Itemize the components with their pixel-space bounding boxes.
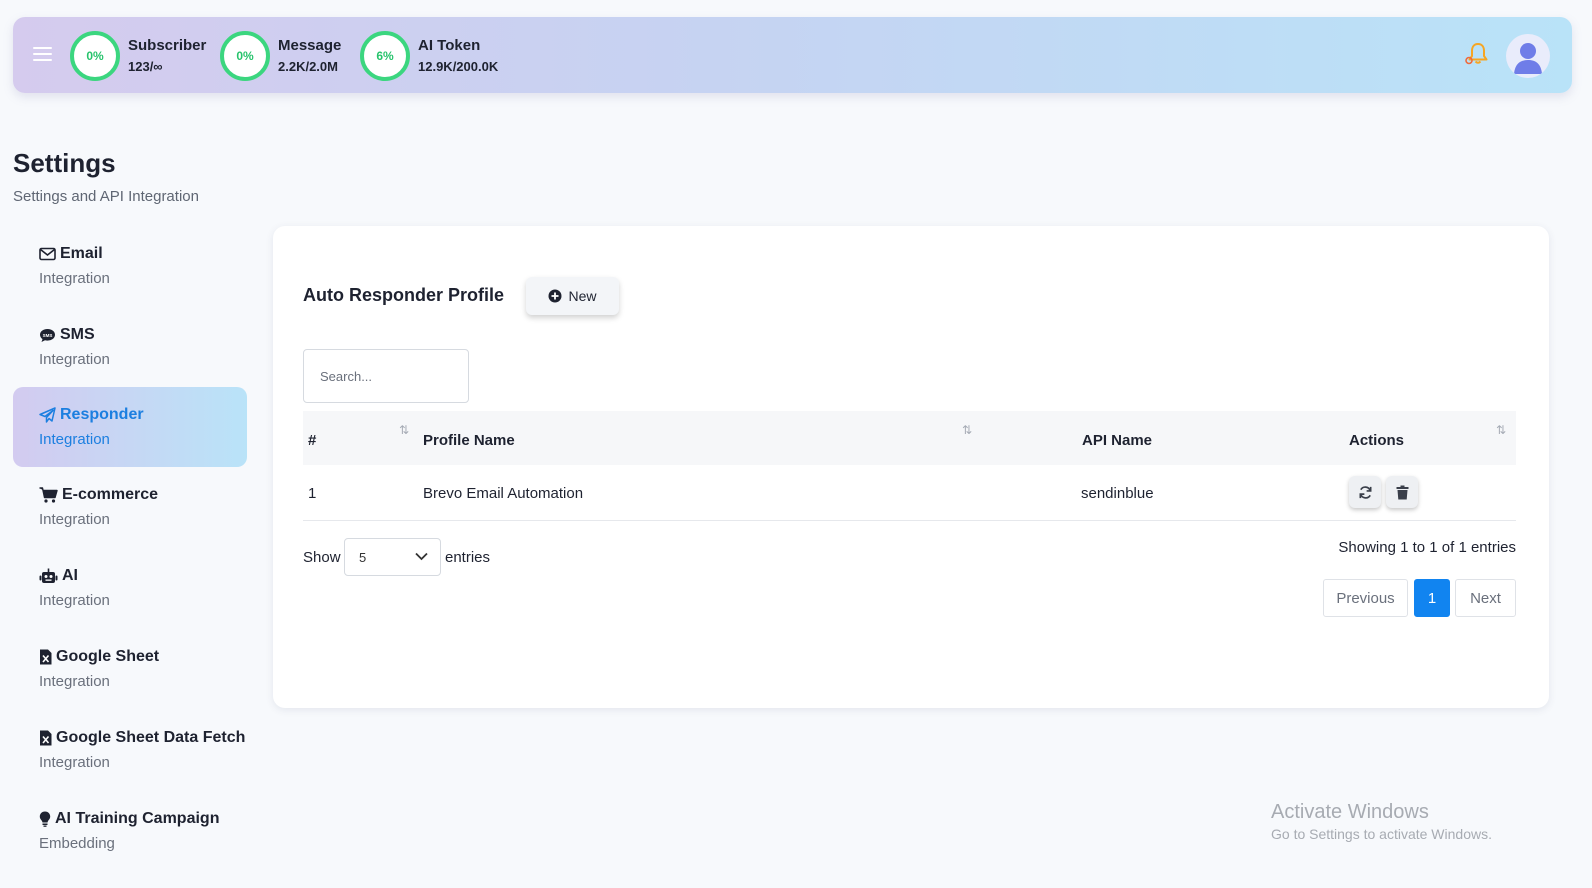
sidebar-item-label: E-commerce	[62, 486, 159, 503]
sidebar-item-sub: Integration	[39, 270, 110, 287]
progress-ring: 6%	[360, 31, 410, 81]
sidebar-item-label: Google Sheet Data Fetch	[56, 729, 246, 746]
top-bar: 0% Subscriber 123/∞ 0% Message 2.2K/2.0M…	[13, 17, 1572, 93]
watermark-subtitle: Go to Settings to activate Windows.	[1271, 826, 1492, 842]
excel-file-icon	[40, 730, 52, 746]
search-input[interactable]	[303, 349, 469, 403]
cell-profile-name: Brevo Email Automation	[423, 485, 584, 502]
sync-button[interactable]	[1349, 476, 1381, 508]
chevron-down-icon	[415, 552, 428, 561]
stat-title: AI Token	[418, 37, 481, 54]
table-header: # ⇅ Profile Name ⇅ API Name Actions ⇅	[303, 411, 1516, 465]
sidebar-item-label: Email	[60, 245, 103, 262]
sidebar-item-label: AI	[62, 567, 78, 584]
stat-title: Message	[278, 37, 342, 54]
refresh-icon	[1359, 485, 1371, 499]
paper-plane-icon	[39, 407, 56, 423]
page-1-button[interactable]: 1	[1414, 579, 1450, 617]
column-header-profile-name[interactable]: Profile Name	[423, 432, 515, 449]
sidebar-item-ai[interactable]: AI Integration	[13, 548, 247, 628]
sidebar-item-sub: Integration	[39, 592, 110, 609]
table-info: Showing 1 to 1 of 1 entries	[1338, 539, 1516, 556]
new-profile-button[interactable]: New	[526, 277, 619, 315]
page-title: Settings	[13, 148, 116, 178]
sidebar-item-responder[interactable]: Responder Integration	[13, 387, 247, 467]
sidebar-item-sub: Integration	[39, 754, 110, 771]
sidebar-item-sub: Integration	[39, 351, 110, 368]
sort-icon[interactable]: ⇅	[1496, 423, 1506, 437]
show-label: Show	[303, 549, 341, 566]
sidebar-item-label: Responder	[60, 406, 144, 423]
cart-icon	[39, 487, 58, 503]
bell-icon[interactable]	[1465, 41, 1491, 72]
page-subtitle: Settings and API Integration	[13, 188, 199, 205]
watermark-title: Activate Windows	[1271, 801, 1429, 823]
progress-ring: 0%	[220, 31, 270, 81]
sidebar-item-email[interactable]: Email Integration	[13, 226, 247, 306]
sidebar-item-ai-training-campaign[interactable]: AI Training Campaign Embedding	[13, 791, 247, 871]
card-title: Auto Responder Profile	[303, 285, 505, 305]
entries-value: 5	[359, 550, 367, 565]
table-row: 1 Brevo Email Automation sendinblue	[303, 465, 1516, 521]
column-header-api-name: API Name	[1082, 432, 1153, 449]
sort-icon[interactable]: ⇅	[399, 423, 409, 437]
sidebar-item-label: Google Sheet	[56, 648, 160, 665]
sidebar-item-ecommerce[interactable]: E-commerce Integration	[13, 467, 247, 547]
sidebar-item-google-sheet-data-fetch[interactable]: Google Sheet Data Fetch Integration	[13, 710, 247, 790]
sidebar-item-sub: Integration	[39, 431, 110, 448]
sort-icon[interactable]: ⇅	[962, 423, 972, 437]
cell-api-name: sendinblue	[1081, 485, 1154, 502]
stat-value: 2.2K/2.0M	[278, 59, 338, 74]
lightbulb-icon	[39, 811, 51, 827]
cell-index: 1	[308, 485, 317, 502]
plus-circle-icon	[548, 289, 562, 303]
svg-text:SMS: SMS	[43, 332, 53, 337]
entries-per-page-select[interactable]: 5	[344, 538, 441, 576]
next-page-button[interactable]: Next	[1455, 579, 1516, 617]
sidebar-item-sub: Embedding	[39, 835, 115, 852]
excel-file-icon	[40, 649, 52, 665]
envelope-icon	[39, 247, 56, 261]
progress-ring: 0%	[70, 31, 120, 81]
sidebar-item-label: AI Training Campaign	[55, 810, 220, 827]
robot-icon	[39, 568, 58, 583]
column-header-index[interactable]: #	[308, 432, 316, 449]
sidebar-item-sms[interactable]: SMS SMS Integration	[13, 307, 247, 387]
stat-value: 123/∞	[128, 59, 163, 74]
sidebar-item-label: SMS	[60, 326, 95, 343]
stat-value: 12.9K/200.0K	[418, 59, 499, 74]
new-button-label: New	[568, 288, 597, 304]
trash-icon	[1396, 485, 1408, 499]
hamburger-icon[interactable]	[33, 47, 52, 65]
auto-responder-card: Auto Responder Profile New # ⇅ Profile N…	[273, 226, 1549, 708]
column-header-actions[interactable]: Actions	[1349, 432, 1404, 449]
sidebar-item-google-sheet[interactable]: Google Sheet Integration	[13, 629, 247, 709]
user-avatar[interactable]	[1506, 34, 1550, 78]
previous-page-button[interactable]: Previous	[1323, 579, 1408, 617]
entries-label: entries	[445, 549, 491, 566]
sidebar-item-sub: Integration	[39, 511, 110, 528]
sms-bubble-icon: SMS	[40, 328, 55, 342]
delete-button[interactable]	[1386, 476, 1418, 508]
sidebar-item-sub: Integration	[39, 673, 110, 690]
stat-title: Subscriber	[128, 37, 207, 54]
